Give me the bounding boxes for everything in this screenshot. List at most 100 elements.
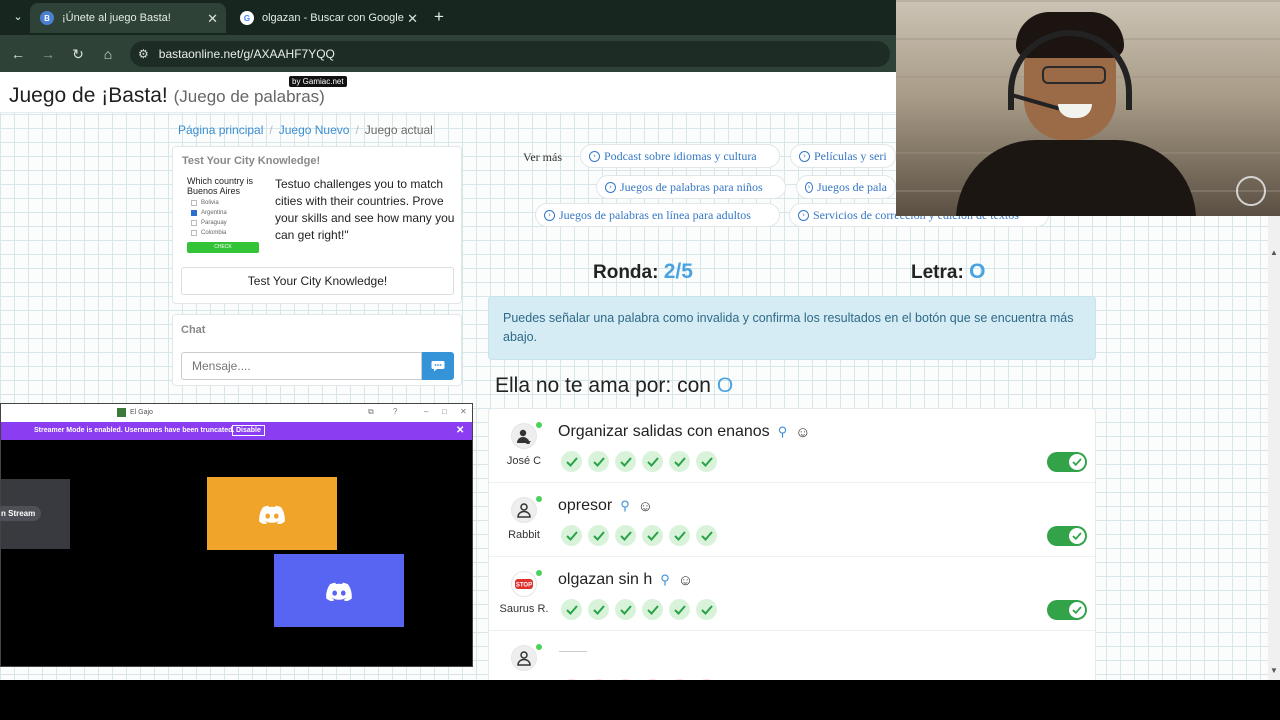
check-icon	[669, 525, 690, 546]
check-icon	[588, 525, 609, 546]
stream-label[interactable]: n Stream	[0, 506, 42, 521]
ad-heading: Test Your City Knowledge!	[182, 155, 321, 167]
category-heading: Ella no te ama por: con O	[495, 374, 733, 398]
check-icon	[642, 451, 663, 472]
back-arrow-icon[interactable]: ←	[8, 44, 28, 64]
streamer-mode-message: Streamer Mode is enabled. Usernames have…	[34, 427, 235, 434]
answer-word: olgazan sin h ⚲ ☺	[558, 571, 693, 589]
link-peliculas[interactable]: › Películas y seri	[790, 144, 896, 168]
checked-checkbox-icon	[191, 210, 197, 216]
help-icon[interactable]: ?	[393, 407, 397, 416]
reload-icon[interactable]: ↻	[68, 44, 88, 64]
close-banner-icon[interactable]: ✕	[456, 425, 464, 436]
round-value: 2/5	[663, 260, 693, 283]
chat-bubble-icon	[431, 361, 445, 372]
url-text[interactable]: bastaonline.net/g/AXAAHF7YQQ	[159, 47, 335, 61]
search-icon[interactable]: ⚲	[660, 572, 670, 588]
emoji-reaction-icon[interactable]: ☺	[638, 498, 653, 515]
vote-checks	[561, 525, 717, 546]
answer-word: Organizar salidas con enanos ⚲ ☺	[558, 423, 811, 441]
tab-title: olgazan - Buscar con Google	[262, 12, 404, 24]
close-icon[interactable]: ✕	[460, 407, 467, 416]
discord-logo-icon	[259, 505, 285, 524]
answer-word-text: olgazan sin h	[558, 571, 653, 588]
ad-card: Test Your City Knowledge! Which country …	[172, 146, 462, 304]
url-bar[interactable]: ⚙ bastaonline.net/g/AXAAHF7YQQ	[130, 41, 890, 67]
emoji-reaction-icon[interactable]: ☺	[795, 424, 810, 441]
search-icon[interactable]: ⚲	[778, 424, 788, 440]
breadcrumb-home-link[interactable]: Página principal	[178, 123, 263, 137]
minimize-icon[interactable]: –	[424, 407, 428, 416]
round-label: Ronda:	[593, 262, 659, 283]
breadcrumb-separator: /	[355, 123, 359, 137]
home-icon[interactable]: ⌂	[98, 44, 118, 64]
new-tab-plus-icon[interactable]: +	[434, 7, 444, 27]
scroll-up-icon[interactable]: ▲	[1270, 248, 1278, 257]
check-icon	[696, 451, 717, 472]
emoji-reaction-icon[interactable]: ☺	[678, 572, 693, 589]
check-icon	[696, 599, 717, 620]
close-tab-icon[interactable]: ✕	[207, 11, 218, 27]
streamer-mode-banner: Streamer Mode is enabled. Usernames have…	[1, 422, 472, 440]
check-icon	[1069, 528, 1085, 544]
link-juegos-adultos[interactable]: › Juegos de palabras en línea para adulto…	[535, 203, 780, 227]
valid-toggle[interactable]	[1047, 526, 1087, 546]
user-avatar-icon	[511, 497, 537, 523]
cross-icon	[696, 679, 717, 680]
link-juegos-ninos[interactable]: › Juegos de palabras para niños	[596, 175, 786, 199]
close-tab-icon[interactable]: ✕	[407, 11, 418, 27]
letter-indicator: Letra: O	[911, 260, 985, 284]
answer-username: José C	[506, 455, 542, 467]
check-icon	[615, 451, 636, 472]
disable-streamer-mode-button[interactable]: Disable	[232, 425, 265, 436]
answer-row	[489, 631, 1095, 680]
link-juegos-palabras[interactable]: › Juegos de pala	[796, 175, 896, 199]
popout-icon[interactable]: ⧉	[368, 407, 374, 417]
forward-arrow-icon[interactable]: →	[38, 44, 58, 64]
stream-tile[interactable]: n Stream	[0, 479, 70, 549]
user-avatar-icon	[511, 423, 537, 449]
voice-participant-tile[interactable]	[274, 554, 404, 627]
search-icon[interactable]: ⚲	[620, 498, 630, 514]
ad-cta-button[interactable]: Test Your City Knowledge!	[181, 267, 454, 295]
scroll-down-icon[interactable]: ▼	[1270, 666, 1278, 675]
gamiac-badge[interactable]: by Gamiac.net	[289, 76, 347, 87]
cross-icon	[561, 679, 582, 680]
browser-tab-google[interactable]: G olgazan - Buscar con Google ✕	[230, 3, 426, 33]
answer-row: STOP Saurus R. olgazan sin h ⚲ ☺	[489, 557, 1095, 631]
ad-quiz-option: Argentina	[187, 210, 267, 216]
chat-message-input[interactable]	[181, 352, 422, 380]
tab-search-chevron-icon[interactable]: ⌄	[8, 8, 28, 26]
checkbox-icon	[191, 230, 197, 236]
check-icon	[669, 599, 690, 620]
link-podcast[interactable]: › Podcast sobre idiomas y cultura	[580, 144, 780, 168]
breadcrumb-separator: /	[269, 123, 273, 137]
basta-favicon-icon: B	[40, 11, 54, 25]
letter-label: Letra:	[911, 262, 964, 283]
tab-title: ¡Únete al juego Basta!	[62, 12, 171, 24]
ver-mas-label: Ver más	[523, 150, 562, 164]
vote-checks	[561, 451, 717, 472]
chat-send-button[interactable]	[422, 352, 454, 380]
valid-toggle[interactable]	[1047, 452, 1087, 472]
check-icon	[642, 599, 663, 620]
check-icon	[615, 599, 636, 620]
breadcrumb-new-game-link[interactable]: Juego Nuevo	[279, 123, 350, 137]
browser-tab-basta[interactable]: B ¡Únete al juego Basta! ✕	[30, 3, 226, 33]
streamer-logo-icon	[1236, 176, 1266, 206]
breadcrumb-current: Juego actual	[364, 123, 433, 137]
cross-icon	[669, 679, 690, 680]
user-avatar-icon	[511, 645, 537, 671]
valid-toggle[interactable]	[1047, 600, 1087, 620]
discord-logo-icon	[326, 582, 352, 601]
ad-quiz-preview[interactable]: Which country is Buenos Aires Bolivia Ar…	[187, 176, 267, 253]
check-icon	[561, 451, 582, 472]
info-alert: Puedes señalar una palabra como invalida…	[488, 296, 1096, 360]
voice-participant-tile[interactable]	[207, 477, 337, 550]
site-title-main: Juego de ¡Basta!	[9, 84, 168, 107]
site-title[interactable]: Juego de ¡Basta! (Juego de palabras)	[9, 84, 325, 108]
maximize-icon[interactable]: □	[442, 407, 447, 416]
check-icon	[1069, 454, 1085, 470]
answer-username: Saurus R.	[499, 603, 549, 615]
site-info-icon[interactable]: ⚙	[138, 47, 149, 61]
